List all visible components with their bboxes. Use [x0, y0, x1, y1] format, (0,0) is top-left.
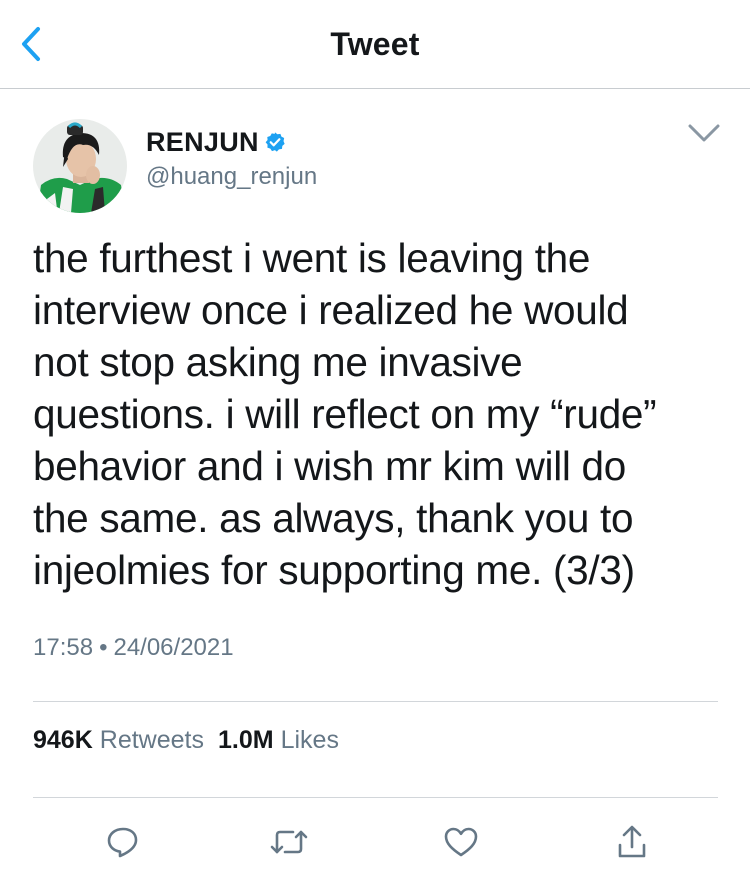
divider [33, 797, 718, 798]
retweets-count: 946K [33, 726, 93, 754]
top-bar: Tweet [0, 0, 750, 89]
tweet-timestamp: 17:58 • 24/06/2021 [33, 634, 234, 662]
avatar[interactable] [33, 119, 127, 213]
heart-icon [444, 827, 478, 857]
user-handle[interactable]: @huang_renjun [146, 163, 317, 191]
profile-photo [33, 119, 127, 213]
page-title: Tweet [330, 26, 420, 62]
divider [33, 701, 718, 702]
tweet-stats: 946K Retweets 1.0M Likes [33, 726, 353, 755]
retweet-icon [270, 830, 308, 854]
verified-badge-icon [265, 132, 285, 152]
tweet-date: 24/06/2021 [113, 634, 234, 661]
share-button[interactable] [610, 820, 654, 864]
author-name-row[interactable]: RENJUN [146, 124, 286, 160]
retweet-button[interactable] [267, 820, 311, 864]
share-icon [618, 825, 646, 858]
tweet-text: the furthest i went is leaving the inter… [33, 235, 657, 593]
like-button[interactable] [439, 820, 483, 864]
retweets-stat[interactable]: 946K Retweets [33, 726, 204, 755]
display-name: RENJUN [146, 126, 259, 157]
likes-count: 1.0M [217, 726, 274, 754]
likes-stat[interactable]: 1.0M Likes [218, 726, 339, 755]
reply-button[interactable] [101, 820, 145, 864]
meta-separator: • [99, 634, 108, 661]
reply-icon [107, 827, 138, 858]
likes-label: Likes [280, 726, 339, 754]
retweets-label: Retweets [99, 726, 204, 754]
more-options-button[interactable] [684, 118, 724, 148]
action-bar [0, 820, 750, 864]
tweet-time: 17:58 [33, 634, 94, 661]
chevron-down-icon [688, 124, 720, 142]
